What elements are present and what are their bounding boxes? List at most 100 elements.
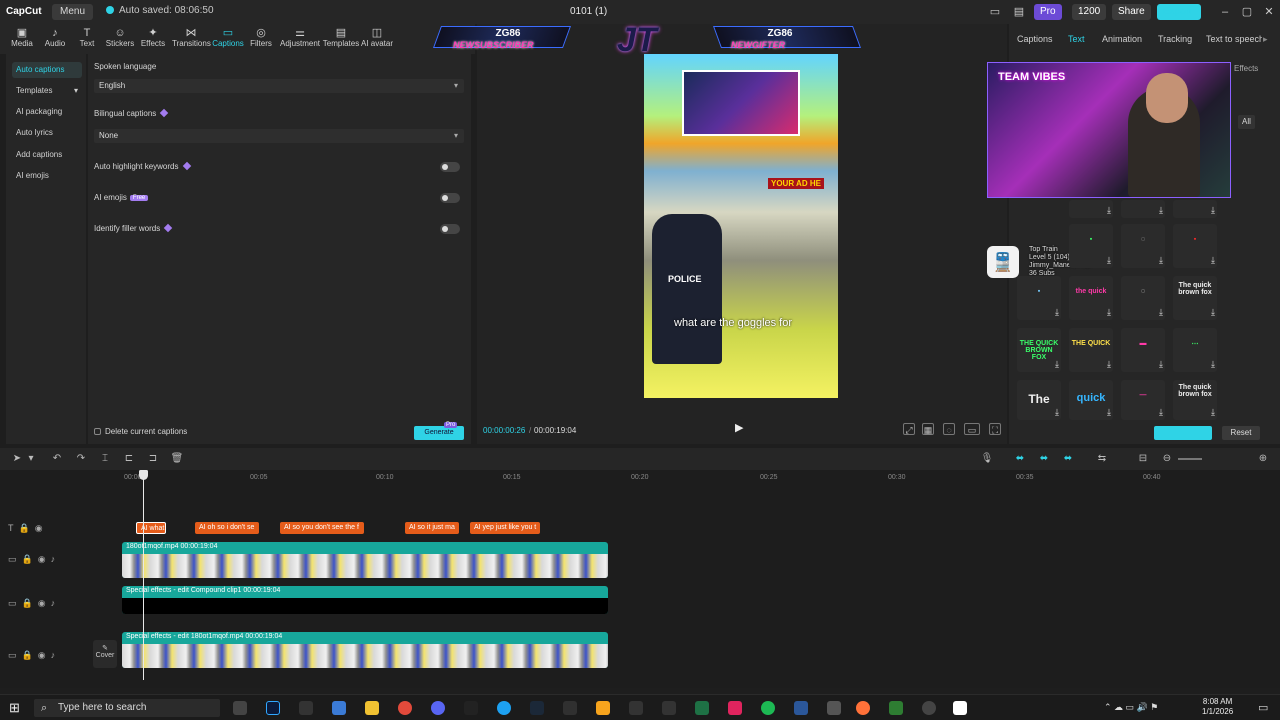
compound-clip[interactable]: Special effects - edit Compound clip1 00… <box>122 586 608 614</box>
text-template[interactable]: The ⤓ <box>1017 380 1061 420</box>
text-template[interactable]: ◌ ⤓ <box>1121 224 1165 268</box>
fullscreen-icon[interactable]: ⛶ <box>989 423 1001 435</box>
undo-icon[interactable]: ↶ <box>50 453 64 465</box>
tabs-more-icon[interactable]: ▸ <box>1263 34 1268 45</box>
tray-icons[interactable]: ⌃ ☁ ▭ 🔊 ⚑ <box>1104 702 1158 713</box>
maximize-icon[interactable]: ▢ <box>1238 4 1256 20</box>
task-view-icon[interactable] <box>233 701 247 715</box>
terminal-icon[interactable] <box>299 701 313 715</box>
tiktok-icon[interactable] <box>728 701 742 715</box>
playhead[interactable] <box>143 470 144 680</box>
nav-ai-packaging[interactable]: AI packaging <box>12 104 82 120</box>
nav-auto-lyrics[interactable]: Auto lyrics <box>12 125 82 141</box>
app-icon[interactable] <box>827 701 841 715</box>
app-icon[interactable] <box>662 701 676 715</box>
caption-clip[interactable]: AI what <box>136 522 166 534</box>
tab-tracking[interactable]: Tracking <box>1158 34 1192 44</box>
preview-axis-icon[interactable]: ⇆ <box>1095 453 1109 465</box>
nav-ai-emojis[interactable]: AI emojis <box>12 168 82 184</box>
taskbar-search[interactable]: ⌕ Type here to search <box>34 699 220 717</box>
text-template[interactable]: — ⤓ <box>1121 380 1165 420</box>
bilingual-select[interactable]: None ▾ <box>94 129 464 143</box>
tool-filters[interactable]: ◎ Filters <box>244 27 278 48</box>
pro-button[interactable]: Pro <box>1034 4 1062 20</box>
chevron-down-icon[interactable]: ▾ <box>24 453 38 465</box>
tool-media[interactable]: ▣ Media <box>5 27 39 48</box>
generate-button[interactable]: Generate <box>414 426 464 440</box>
discord-icon[interactable] <box>431 701 445 715</box>
full-quality-icon[interactable]: ▦ <box>922 423 934 435</box>
system-clock[interactable]: 8:08 AM 1/1/2026 <box>1202 697 1233 717</box>
main-track-magnet-icon[interactable]: ⬌ <box>1013 453 1027 465</box>
microphone-icon[interactable]: 🎙 <box>980 453 994 465</box>
excel-icon[interactable] <box>695 701 709 715</box>
text-template[interactable]: ⤓ <box>1069 200 1113 218</box>
tool-transitions[interactable]: ⋈ Transitions <box>172 27 211 48</box>
eye-icon[interactable]: ◉ <box>38 554 46 564</box>
text-template[interactable]: ⤓ <box>1173 200 1217 218</box>
text-template[interactable]: the quick ⤓ <box>1069 276 1113 320</box>
auto-snap-icon[interactable]: ⬌ <box>1037 453 1051 465</box>
tool-audio[interactable]: ♪ Audio <box>38 27 72 48</box>
chrome-icon[interactable] <box>398 701 412 715</box>
eye-icon[interactable]: ◉ <box>35 523 43 533</box>
tab-captions[interactable]: Captions <box>1017 34 1053 44</box>
filler-words-toggle[interactable] <box>440 224 460 234</box>
play-icon[interactable]: ▶ <box>735 422 747 434</box>
tool-templates[interactable]: ▤ Templates <box>322 27 360 48</box>
tool-effects[interactable]: ✦ Effects <box>136 27 170 48</box>
text-template[interactable]: The quick brown fox ⤓ <box>1173 276 1217 320</box>
photoshop-icon[interactable] <box>266 701 280 715</box>
capcut-icon[interactable] <box>953 701 967 715</box>
main-video-clip[interactable]: Special effects - edit 180ot1mqof.mp4 00… <box>122 632 608 668</box>
nav-templates[interactable]: Templates ▾ <box>12 83 82 99</box>
text-template[interactable]: ▪ ⤓ <box>1173 224 1217 268</box>
apply-to-all-button[interactable] <box>1154 426 1212 440</box>
epic-games-icon[interactable] <box>464 701 478 715</box>
fit-timeline-icon[interactable]: ⊟ <box>1136 453 1150 465</box>
ratio-icon[interactable]: ▭ <box>964 423 980 435</box>
app-icon[interactable] <box>629 701 643 715</box>
close-icon[interactable]: ✕ <box>1260 4 1278 20</box>
minimize-icon[interactable]: – <box>1216 4 1234 20</box>
auto-highlight-toggle[interactable] <box>440 162 460 172</box>
shortcuts-icon[interactable]: ▤ <box>1010 4 1028 20</box>
nav-auto-captions[interactable]: Auto captions <box>12 62 82 78</box>
file-icon[interactable] <box>332 701 346 715</box>
checkbox[interactable] <box>94 428 101 435</box>
zoom-out-icon[interactable]: ⊖ <box>1160 453 1174 465</box>
notifications-icon[interactable]: ▭ <box>1258 701 1268 714</box>
tool-captions[interactable]: ▭ Captions <box>211 27 245 48</box>
text-template[interactable]: The quick brown fox ⤓ <box>1173 380 1217 420</box>
zoom-in-icon[interactable]: ⊕ <box>1256 453 1270 465</box>
video-preview[interactable]: YOUR AD HE POLICE what are the goggles f… <box>644 54 838 398</box>
reset-button[interactable]: Reset <box>1222 426 1260 440</box>
select-tool-icon[interactable]: ➤ <box>10 453 24 465</box>
quality-icon[interactable]: ⤢ <box>903 423 915 435</box>
app-icon[interactable] <box>563 701 577 715</box>
tool-text[interactable]: T Text <box>70 27 104 48</box>
app-icon[interactable] <box>497 701 511 715</box>
steam-icon[interactable] <box>530 701 544 715</box>
snapshot-icon[interactable]: ◌ <box>943 423 955 435</box>
text-template[interactable]: THE QUICK ⤓ <box>1069 328 1113 372</box>
text-template[interactable]: ⤓ <box>1121 200 1165 218</box>
text-template[interactable]: ▪ ⤓ <box>1069 224 1113 268</box>
tool-stickers[interactable]: ☺ Stickers <box>103 27 137 48</box>
firefox-icon[interactable] <box>856 701 870 715</box>
eye-icon[interactable]: ◉ <box>38 650 46 660</box>
menu-button[interactable]: Menu <box>52 4 94 20</box>
delete-captions-option[interactable]: Delete current captions <box>94 427 187 436</box>
audio-icon[interactable]: ♪ <box>51 650 56 660</box>
split-left-icon[interactable]: ⊏ <box>122 453 136 465</box>
text-template[interactable]: THE QUICK BROWN FOX ⤓ <box>1017 328 1061 372</box>
video-clip[interactable]: 180ot1mqof.mp4 00:00:19:04 <box>122 542 608 578</box>
caption-clip[interactable]: AI so it just ma <box>405 522 459 534</box>
text-template[interactable]: ▪ ⤓ <box>1017 276 1061 320</box>
delete-icon[interactable]: 🗑 <box>170 453 184 465</box>
app-icon[interactable] <box>596 701 610 715</box>
tab-text[interactable]: Text <box>1068 34 1085 44</box>
spoken-language-select[interactable]: English ▾ <box>94 79 464 93</box>
lock-icon[interactable]: 🔒 <box>22 650 33 660</box>
obs-icon[interactable] <box>922 701 936 715</box>
